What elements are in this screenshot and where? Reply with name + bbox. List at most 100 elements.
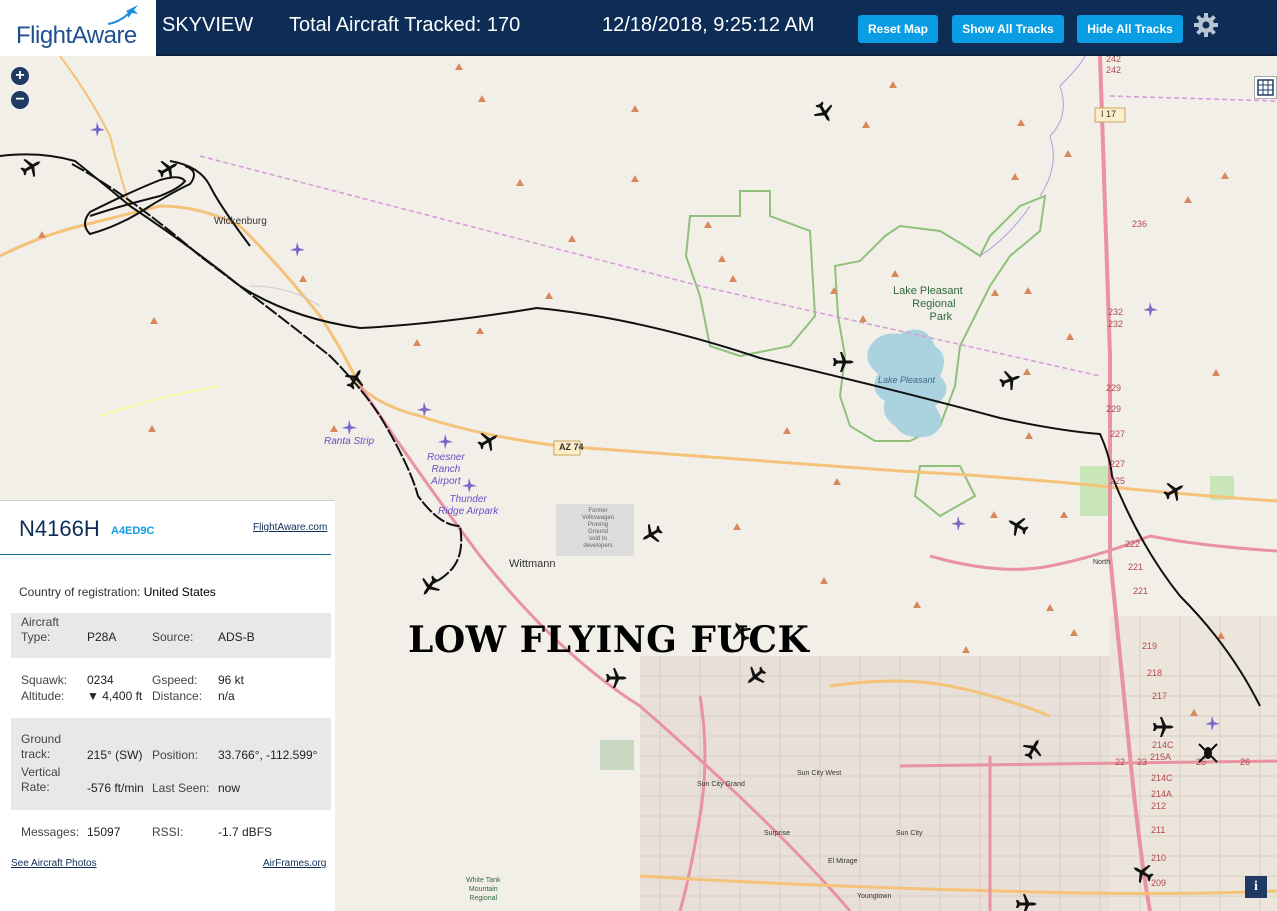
- label-el-mirage: El Mirage: [828, 858, 858, 865]
- squawk-label: Squawk:: [21, 673, 68, 687]
- label-former-proving-ground: Former Volkswagen Proving Ground sold to…: [582, 508, 615, 549]
- skyview-app: FlightAware SKYVIEW Total Aircraft Track…: [0, 0, 1277, 911]
- label-sun-city: Sun City: [896, 830, 923, 837]
- show-all-tracks-button[interactable]: Show All Tracks: [952, 15, 1064, 43]
- source-value: ADS-B: [218, 630, 255, 644]
- mile-marker: 222: [1125, 539, 1141, 549]
- airplane-icon: [1016, 894, 1037, 911]
- mile-marker: 229: [1106, 383, 1122, 393]
- mile-marker: 210: [1151, 853, 1167, 863]
- divider: [0, 554, 331, 555]
- country-label: Country of registration:: [19, 585, 141, 599]
- mile-marker: 218: [1147, 668, 1163, 678]
- label-surprise: Surprise: [764, 830, 791, 837]
- mile-marker: 26: [1240, 757, 1251, 767]
- helicopter-marker[interactable]: [1196, 741, 1220, 765]
- layers-button[interactable]: [1254, 76, 1277, 99]
- country-value: United States: [143, 585, 216, 599]
- distance-label: Distance:: [152, 689, 203, 703]
- label-white-tank: White Tank Mountain Regional: [466, 877, 501, 902]
- vertical-rate-value: -576 ft/min: [87, 781, 144, 795]
- current-datetime: 12/18/2018, 9:25:12 AM: [602, 14, 815, 36]
- mile-marker: 242: [1106, 65, 1122, 75]
- label-wittmann: Wittmann: [509, 558, 556, 570]
- boundary-line: [199, 155, 1101, 377]
- label-thunder-ridge: Thunder Ridge Airpark: [438, 494, 499, 517]
- app-title: SKYVIEW: [162, 14, 254, 36]
- airplane-icon: [1153, 717, 1174, 737]
- mile-marker: 214A: [1151, 789, 1173, 799]
- label-youngtown: Youngtown: [857, 893, 892, 900]
- mile-marker: 209: [1151, 878, 1167, 888]
- mile-marker: 232: [1108, 307, 1124, 317]
- distance-value: n/a: [218, 689, 235, 703]
- squawk-altitude-row: Squawk: 0234 Gspeed: 96 kt Altitude: ▼ 4…: [11, 673, 331, 705]
- rssi-value: -1.7 dBFS: [218, 825, 273, 839]
- top-bar: FlightAware SKYVIEW Total Aircraft Track…: [0, 0, 1277, 56]
- aircraft-photos-link[interactable]: See Aircraft Photos: [11, 858, 97, 869]
- label-sun-city-west: Sun City West: [797, 770, 842, 777]
- airframes-link[interactable]: AirFrames.org: [263, 858, 326, 869]
- mile-marker: 227: [1110, 459, 1126, 469]
- position-value: 33.766°, -112.599°: [218, 748, 318, 762]
- gspeed-value: 96 kt: [218, 673, 245, 687]
- mile-marker: 221: [1128, 562, 1144, 572]
- track-position-row: Ground track: 215° (SW) Position: 33.766…: [11, 718, 331, 810]
- label-sun-city-grand: Sun City Grand: [697, 781, 745, 788]
- aircraft-hex-code: A4ED9C: [111, 525, 155, 537]
- ground-track-value: 215° (SW): [87, 748, 143, 762]
- vertical-rate-label: Vertical Rate:: [21, 765, 61, 794]
- aircraft-marker[interactable]: [604, 666, 628, 690]
- mile-marker: 221: [1133, 586, 1149, 596]
- mile-marker: 242: [1106, 56, 1122, 64]
- mile-marker: 217: [1152, 691, 1168, 701]
- mile-marker: 211: [1151, 825, 1166, 835]
- flightaware-link[interactable]: FlightAware.com: [253, 522, 327, 533]
- messages-label: Messages:: [21, 825, 80, 839]
- airplane-icon: [833, 352, 854, 372]
- gear-icon[interactable]: [1193, 12, 1219, 38]
- mile-marker: 22: [1115, 757, 1126, 767]
- aircraft-registration: N4166H: [19, 516, 100, 541]
- road-shields: [553, 107, 1126, 456]
- mile-marker: 229: [1106, 404, 1122, 414]
- label-wickenburg: Wickenburg: [214, 216, 267, 227]
- messages-value: 15097: [87, 825, 121, 839]
- aircraft-info-panel: N4166H A4ED9C FlightAware.com Country of…: [0, 500, 335, 911]
- aircraft-marker[interactable]: [1014, 892, 1038, 911]
- label-north: North: [1093, 559, 1111, 566]
- squawk-value: 0234: [87, 673, 114, 687]
- mile-marker: 214C: [1152, 740, 1174, 750]
- label-i17: I 17: [1101, 109, 1117, 119]
- mile-marker: 225: [1110, 476, 1126, 486]
- logo-plane-icon: [107, 5, 138, 25]
- grid-icon: [1257, 79, 1274, 96]
- flightaware-logo[interactable]: FlightAware: [0, 0, 156, 56]
- aircraft-type-row: Aircraft Type: P28A Source: ADS-B: [11, 613, 331, 658]
- reset-map-button[interactable]: Reset Map: [858, 15, 938, 43]
- aircraft-marker[interactable]: [1151, 715, 1175, 739]
- altitude-label: Altitude:: [21, 689, 65, 703]
- aircraft-type-label: Aircraft Type:: [21, 615, 60, 644]
- last-seen-label: Last Seen:: [152, 781, 210, 795]
- mile-marker: 219: [1142, 641, 1158, 651]
- mile-marker: 236: [1132, 219, 1148, 229]
- mile-marker: 215A: [1150, 752, 1172, 762]
- source-label: Source:: [152, 630, 194, 644]
- position-label: Position:: [152, 748, 199, 762]
- mile-marker: 212: [1151, 801, 1167, 811]
- zoom-in-button[interactable]: +: [11, 67, 29, 85]
- aircraft-type-value: P28A: [87, 630, 117, 644]
- label-lake-pleasant: Lake Pleasant: [878, 375, 936, 385]
- aircraft-marker[interactable]: [831, 350, 855, 374]
- rssi-label: RSSI:: [152, 825, 184, 839]
- zoom-out-button[interactable]: −: [11, 91, 29, 109]
- label-roesner-ranch: Roesner Ranch Airport: [427, 452, 465, 487]
- hide-all-tracks-button[interactable]: Hide All Tracks: [1077, 15, 1183, 43]
- mile-marker: 232: [1108, 319, 1124, 329]
- label-ranta-strip: Ranta Strip: [324, 436, 375, 447]
- ground-track-label: Ground track:: [21, 732, 62, 761]
- messages-row: Messages: 15097 RSSI: -1.7 dBFS: [11, 825, 331, 843]
- mile-marker: 23: [1137, 757, 1148, 767]
- map-info-button[interactable]: i: [1245, 876, 1267, 898]
